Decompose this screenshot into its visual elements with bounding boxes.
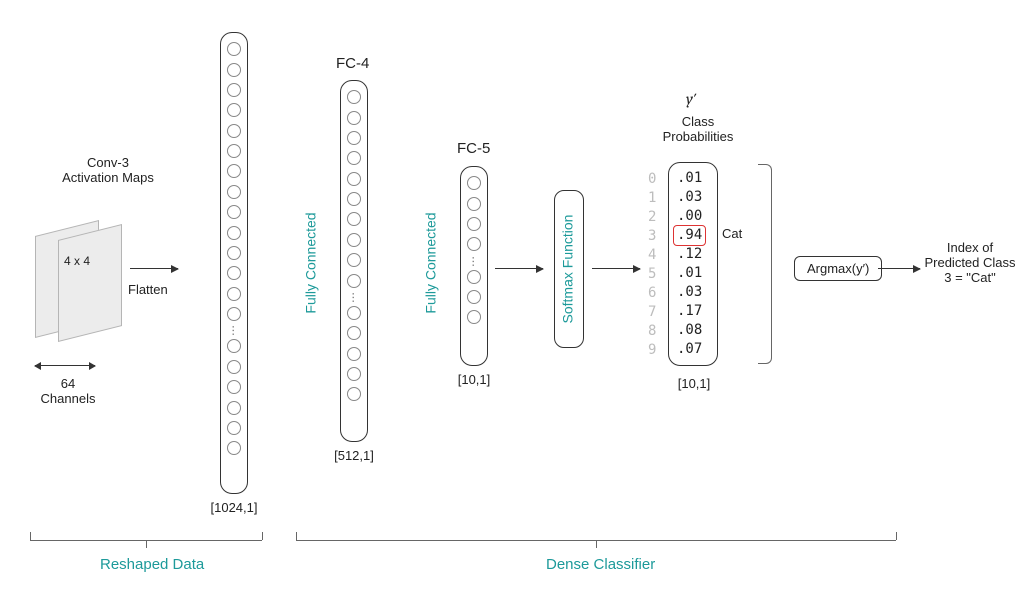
vector-1024-shape: [1024,1] [204,500,264,515]
section-reshaped: Reshaped Data [100,556,204,573]
channels-arrow [35,365,95,366]
flatten-label: Flatten [128,282,168,297]
arrow-flatten [130,268,178,269]
arrow-to-probs [592,268,640,269]
map-dim: 4 x 4 [64,254,90,268]
probs-index-col: 0 1 2 3 4 5 6 7 8 9 [648,170,656,360]
fc5-title: FC-5 [457,140,490,157]
probs-max-label: Cat [722,226,742,241]
section-dense: Dense Classifier [546,556,655,573]
probs-title: Class Probabilities [648,114,748,144]
fc1-label: Fully Connected [303,212,319,313]
fc2-label: Fully Connected [423,212,439,313]
arrow-to-output [878,268,920,269]
vector-512-shape: [512,1] [326,448,382,463]
softmax-label: Softmax Function [559,215,575,324]
probs-vector: .01 .03 .00 .94 .12 .01 .03 .17 .08 .07 [668,162,718,366]
yprime-symbol: y′ [686,90,697,108]
vector-10-shape: [10,1] [450,372,498,387]
output-bracket [758,164,772,364]
probs-shape: [10,1] [670,376,718,391]
arrow-to-softmax [495,268,543,269]
conv3-title: Conv-3 Activation Maps [48,155,168,185]
vector-1024: ··· [220,32,248,494]
argmax-box: Argmax(y′) [794,256,882,281]
output-text: Index of Predicted Class 3 = "Cat" [918,240,1022,285]
vector-512: ··· [340,80,368,442]
fc4-title: FC-4 [336,55,369,72]
activation-map-front [58,224,122,342]
probs-max: .94 [673,225,706,246]
channels-label: 64 Channels [28,376,108,406]
vector-10: ··· [460,166,488,366]
